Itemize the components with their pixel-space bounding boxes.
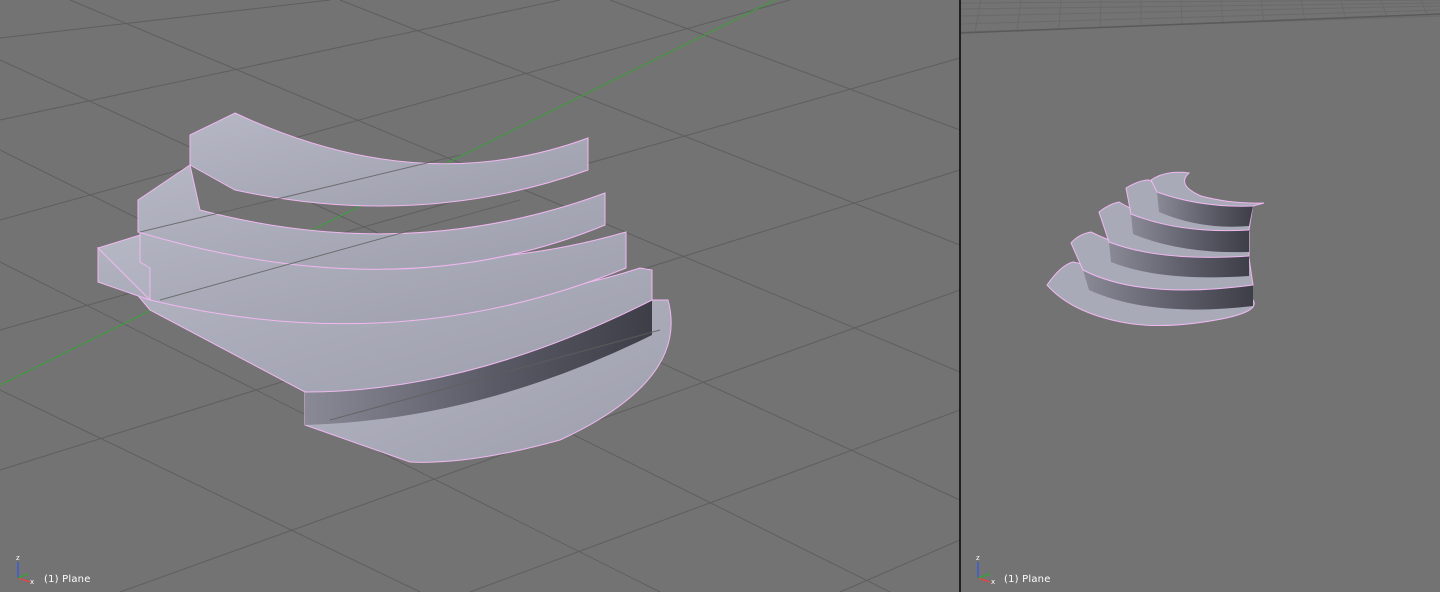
svg-text:x: x <box>991 578 995 584</box>
viewport-right-scene[interactable] <box>961 0 1440 592</box>
object-info-left: (1) Plane <box>44 574 91 585</box>
object-info-right: (1) Plane <box>1004 574 1051 585</box>
svg-text:z: z <box>16 554 20 562</box>
blender-3d-view-window: z x (1) Plane z x (1) Plane <box>0 0 1440 592</box>
svg-text:x: x <box>30 578 34 584</box>
viewport-right-grid <box>961 0 1440 33</box>
xyz-axis-icon: z x <box>976 554 995 584</box>
viewport-right[interactable]: z x (1) Plane <box>961 0 1440 592</box>
axis-gizmo-right: z x <box>974 554 1000 584</box>
stair-mesh-left[interactable] <box>97 112 672 463</box>
xyz-axis-icon: z x <box>16 554 34 584</box>
svg-text:z: z <box>976 554 980 562</box>
viewport-left-scene[interactable] <box>0 0 960 592</box>
stair-mesh-right[interactable] <box>1046 171 1265 327</box>
viewport-left[interactable]: z x (1) Plane <box>0 0 960 592</box>
axis-gizmo-left: z x <box>14 554 40 584</box>
